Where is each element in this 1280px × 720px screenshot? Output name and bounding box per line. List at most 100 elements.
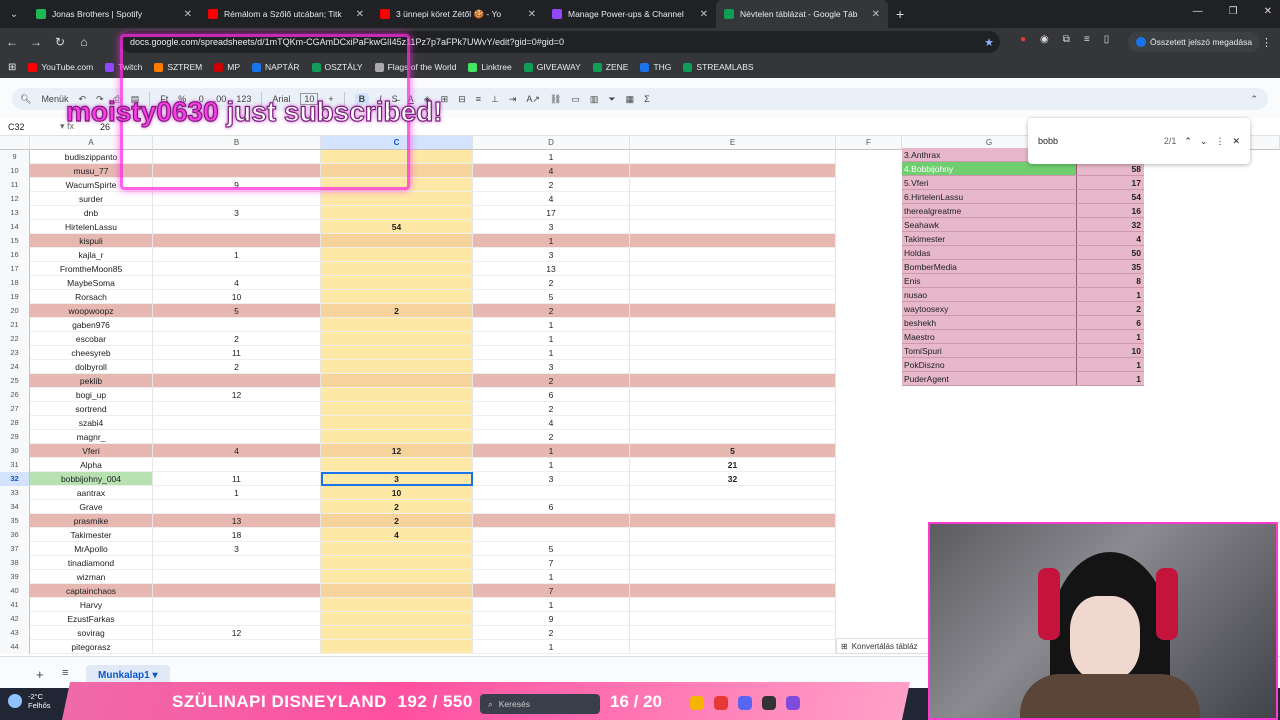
cell-e[interactable]: [630, 332, 836, 346]
reading-list-icon[interactable]: ≡: [1084, 34, 1090, 45]
app-icon[interactable]: [762, 696, 776, 710]
ranking-name[interactable]: PuderAgent: [902, 372, 1077, 385]
ranking-value[interactable]: 2: [1077, 302, 1144, 315]
cell-e[interactable]: [630, 150, 836, 164]
cell-b[interactable]: [153, 556, 321, 570]
menu-dots-icon[interactable]: ⋮: [1261, 36, 1272, 49]
cell-e[interactable]: [630, 318, 836, 332]
cell-e[interactable]: [630, 234, 836, 248]
cell-e[interactable]: 21: [630, 458, 836, 472]
find-more-icon[interactable]: ⋮: [1215, 136, 1224, 147]
cell-e[interactable]: [630, 514, 836, 528]
cell-c[interactable]: [321, 584, 473, 598]
cell-c[interactable]: [321, 150, 473, 164]
bookmark-item[interactable]: ZENE: [592, 62, 628, 72]
ranking-value[interactable]: 10: [1077, 344, 1144, 357]
cell-a[interactable]: Rorsach: [30, 290, 153, 304]
cell-d[interactable]: 1: [473, 346, 630, 360]
cell-d[interactable]: 4: [473, 164, 630, 178]
link-icon[interactable]: ⛓: [550, 94, 561, 105]
all-sheets-icon[interactable]: ≡: [62, 667, 68, 679]
cell-e[interactable]: [630, 346, 836, 360]
bookmark-item[interactable]: NAPTÁR: [252, 62, 300, 72]
ranking-value[interactable]: 1: [1077, 372, 1144, 385]
cell-c[interactable]: 2: [321, 304, 473, 318]
minimize-icon[interactable]: —: [1193, 6, 1203, 17]
cell-b[interactable]: [153, 220, 321, 234]
ranking-name[interactable]: Seahawk: [902, 218, 1077, 231]
cell-d[interactable]: 9: [473, 612, 630, 626]
ranking-name[interactable]: waytoosexy: [902, 302, 1077, 315]
ranking-name[interactable]: PokDiszno: [902, 358, 1077, 371]
cell-e[interactable]: [630, 374, 836, 388]
bookmark-item[interactable]: OSZTÁLY: [311, 62, 363, 72]
cell-a[interactable]: escobar: [30, 332, 153, 346]
find-close-icon[interactable]: ✕: [1232, 136, 1240, 147]
cell-d[interactable]: 4: [473, 416, 630, 430]
tab-search-icon[interactable]: ⌄: [0, 9, 28, 20]
cell-e[interactable]: [630, 598, 836, 612]
puzzle-icon[interactable]: ⧉: [1063, 34, 1070, 45]
cell-a[interactable]: budiszippanto: [30, 150, 153, 164]
cell-b[interactable]: 3: [153, 542, 321, 556]
menus-button[interactable]: Menük: [41, 94, 68, 104]
cell-a[interactable]: Takimester: [30, 528, 153, 542]
bookmark-item[interactable]: Flags of the World: [374, 62, 456, 72]
cell-c[interactable]: [321, 360, 473, 374]
cell-e[interactable]: [630, 542, 836, 556]
ranking-name[interactable]: beshekh: [902, 316, 1077, 329]
cell-a[interactable]: dnb: [30, 206, 153, 220]
cell-a[interactable]: FromtheMoon85: [30, 262, 153, 276]
tab-close-icon[interactable]: ✕: [528, 9, 536, 20]
extension-icon[interactable]: ◉: [1040, 34, 1049, 45]
ranking-name[interactable]: Holdas: [902, 246, 1077, 259]
apps-grid-icon[interactable]: ⊞: [8, 62, 16, 73]
cell-e[interactable]: [630, 584, 836, 598]
ranking-name[interactable]: nusao: [902, 288, 1077, 301]
cell-b[interactable]: [153, 570, 321, 584]
cell-b[interactable]: [153, 458, 321, 472]
home-icon[interactable]: ⌂: [72, 35, 96, 49]
bookmark-item[interactable]: STREAMLABS: [683, 62, 754, 72]
column-header-c[interactable]: C: [321, 136, 473, 150]
cell-c[interactable]: [321, 458, 473, 472]
cell-a[interactable]: bobbijohny_004: [30, 472, 153, 486]
close-window-icon[interactable]: ✕: [1264, 6, 1272, 17]
cell-c[interactable]: [321, 570, 473, 584]
cell-d[interactable]: 13: [473, 262, 630, 276]
profile-button[interactable]: Összetett jelszó megadása: [1128, 32, 1261, 52]
cell-b[interactable]: 4: [153, 444, 321, 458]
cell-c[interactable]: [321, 332, 473, 346]
cell-b[interactable]: 2: [153, 332, 321, 346]
cell-a[interactable]: bogi_up: [30, 388, 153, 402]
cell-c[interactable]: [321, 318, 473, 332]
ranking-value[interactable]: 16: [1077, 204, 1144, 217]
ranking-value[interactable]: 4: [1077, 232, 1144, 245]
cell-b[interactable]: [153, 500, 321, 514]
cell-e[interactable]: [630, 626, 836, 640]
maximize-icon[interactable]: ❐: [1229, 6, 1238, 17]
bookmark-star-icon[interactable]: ★: [984, 36, 994, 49]
cell-b[interactable]: 10: [153, 290, 321, 304]
ranking-value[interactable]: 6: [1077, 316, 1144, 329]
ranking-value[interactable]: 1: [1077, 288, 1144, 301]
cell-d[interactable]: [473, 514, 630, 528]
find-prev-icon[interactable]: ⌃: [1184, 136, 1192, 147]
cell-c[interactable]: [321, 164, 473, 178]
find-input[interactable]: bobb: [1038, 136, 1156, 146]
chrome-icon[interactable]: [690, 696, 704, 710]
cell-e[interactable]: [630, 430, 836, 444]
cell-d[interactable]: 7: [473, 584, 630, 598]
cell-b[interactable]: 5: [153, 304, 321, 318]
cell-d[interactable]: 6: [473, 388, 630, 402]
discord-icon[interactable]: [738, 696, 752, 710]
convert-to-table-button[interactable]: ⊞ Konvertálás tábláz: [836, 638, 932, 654]
cell-e[interactable]: [630, 276, 836, 290]
bookmark-item[interactable]: MP: [214, 62, 240, 72]
cell-b[interactable]: 18: [153, 528, 321, 542]
cell-a[interactable]: pitegorasz: [30, 640, 153, 654]
cell-e[interactable]: [630, 388, 836, 402]
cell-a[interactable]: WacumSpirte: [30, 178, 153, 192]
browser-tab[interactable]: Jonas Brothers | Spotify ✕: [28, 0, 200, 28]
reload-icon[interactable]: ↻: [48, 35, 72, 49]
